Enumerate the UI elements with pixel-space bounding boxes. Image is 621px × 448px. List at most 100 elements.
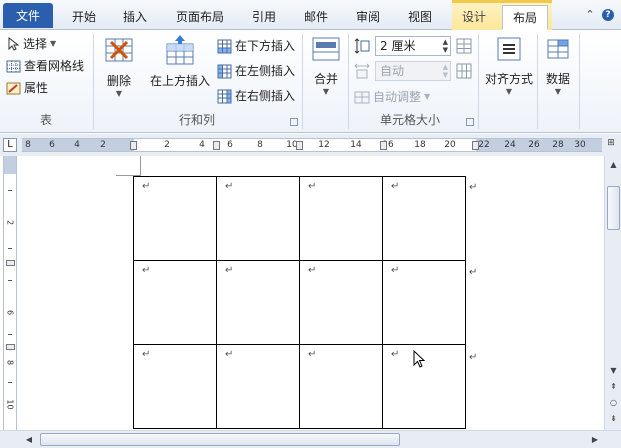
spinner-arrows-icon[interactable]: ▲ ▼ [443,63,448,79]
ruler-number: 8 [5,359,15,366]
horizontal-ruler[interactable]: 8 6 4 2 2 4 6 8 10 12 14 16 18 20 22 24 … [22,138,602,152]
table-cell[interactable]: ↵ [382,176,466,261]
autofit-button[interactable]: 自动调整 ▼ [354,87,430,107]
group-separator [579,34,580,129]
ruler-number: 4 [199,140,205,150]
table-cell[interactable]: ↵ [133,344,217,429]
paragraph-mark: ↵ [142,265,151,276]
paragraph-mark: ↵ [225,349,234,360]
cell-size-dialog-launcher-icon[interactable] [466,118,474,126]
scroll-left-arrow-icon[interactable]: ◀ [22,433,36,447]
tab-design[interactable]: 设计 [452,5,496,30]
insert-above-button[interactable]: 在上方插入 [148,34,212,89]
gridlines-icon [6,60,21,72]
column-marker[interactable] [296,141,303,150]
column-marker[interactable] [213,141,220,150]
chevron-down-icon: ▼ [50,39,57,48]
merge-cells-icon [312,37,340,61]
tab-page-layout[interactable]: 页面布局 [168,5,232,30]
scroll-up-arrow-icon[interactable]: ▲ [607,158,620,172]
tab-layout[interactable]: 布局 [502,5,548,30]
data-button[interactable]: 数据 ▼ [541,34,575,96]
data-label: 数据 [545,72,570,86]
ruler-tick [8,280,12,281]
insert-left-label: 在左侧插入 [235,64,296,78]
data-icon [547,39,569,59]
table-cell[interactable]: ↵ [299,176,383,261]
view-gridlines-button[interactable]: 查看网格线 [6,56,84,76]
chevron-down-icon: ▼ [424,92,431,101]
table-cell[interactable]: ↵ [299,344,383,429]
ruler-number: 20 [444,140,456,150]
tab-file[interactable]: 文件 [3,3,53,28]
ruler-tick [8,334,12,335]
insert-left-button[interactable]: 在左侧插入 [217,61,295,81]
tab-view[interactable]: 视图 [400,5,440,30]
vertical-scrollbar[interactable]: ▲ ▼ ⇞ ○ ⇟ [604,156,621,430]
view-ruler-icon[interactable]: ⊞ [605,138,617,152]
right-indent-marker[interactable] [472,141,479,150]
table-cell[interactable]: ↵ [133,260,217,345]
insert-below-icon [217,39,232,53]
tab-stop-selector-icon[interactable]: L [3,138,17,152]
horizontal-scrollbar[interactable]: ◀ ▶ [0,430,621,448]
paragraph-mark: ↵ [225,265,234,276]
select-arrow-icon [8,37,20,51]
spinner-arrows-icon[interactable]: ▲ ▼ [443,38,448,54]
scroll-down-arrow-icon[interactable]: ▼ [607,364,620,378]
properties-button[interactable]: 属性 [6,78,48,98]
insert-below-button[interactable]: 在下方插入 [217,36,295,56]
table-cell[interactable]: ↵ [216,344,300,429]
document-table[interactable]: ↵ ↵ ↵ ↵ ↵ ↵ ↵ ↵ ↵ ↵ ↵ ↵ [133,176,466,429]
ruler-number: 28 [552,140,564,150]
row-marker[interactable] [6,344,15,350]
insert-right-button[interactable]: 在右侧插入 [217,86,295,106]
left-indent-marker[interactable] [130,141,137,150]
distribute-columns-icon[interactable] [456,63,472,79]
distribute-rows-icon[interactable] [456,38,472,54]
ruler-number: 26 [528,140,540,150]
help-icon[interactable]: ? [602,9,614,21]
table-cell[interactable]: ↵ [216,176,300,261]
table-cell[interactable]: ↵ [133,176,217,261]
column-marker[interactable] [380,141,387,150]
rows-cols-dialog-launcher-icon[interactable] [290,118,298,126]
ruler-number: 18 [414,140,426,150]
chevron-down-icon: ▼ [505,87,513,96]
tab-home[interactable]: 开始 [64,5,104,30]
autofit-label: 自动调整 [373,90,422,104]
paragraph-mark: ↵ [391,181,400,192]
merge-label: 合并 [313,72,338,86]
row-marker[interactable] [6,260,15,266]
row-height-input[interactable]: 2 厘米 ▲ ▼ [375,36,451,56]
alignment-button[interactable]: 对齐方式 ▼ [483,34,535,96]
table-cell[interactable]: ↵ [216,260,300,345]
vertical-ruler[interactable]: 2 6 8 10 [3,156,17,430]
table-cell[interactable]: ↵ [382,260,466,345]
column-width-input[interactable]: 自动 ▲ ▼ [375,61,451,81]
next-page-icon[interactable]: ⇟ [607,412,620,426]
scroll-right-arrow-icon[interactable]: ▶ [588,433,602,447]
document-area[interactable]: 2 6 8 10 ↵ ↵ ↵ ↵ ↵ ↵ ↵ ↵ ↵ ↵ ↵ ↵ ↵ ↵ ↵ [0,156,604,430]
tab-insert[interactable]: 插入 [114,5,156,30]
vertical-scroll-thumb[interactable] [607,186,620,230]
select-button[interactable]: 选择 ▼ [6,34,56,54]
horizontal-scroll-thumb[interactable] [40,433,400,446]
tab-review[interactable]: 审阅 [348,5,388,30]
minimize-ribbon-icon[interactable]: ⌃ [584,9,596,21]
rows-cols-group-label: 行和列 [178,113,215,127]
merge-button[interactable]: 合并 ▼ [306,34,346,96]
table-cell[interactable]: ↵ [299,260,383,345]
ruler-row: L 8 6 4 2 2 4 6 8 10 12 14 16 18 20 22 2… [0,134,621,156]
delete-button[interactable]: 删除 ▼ [99,34,139,98]
paragraph-mark: ↵ [308,181,317,192]
table-group-label: 表 [39,113,52,127]
previous-page-icon[interactable]: ⇞ [607,380,620,394]
ruler-number: 2 [164,140,170,150]
paragraph-mark: ↵ [391,349,400,360]
tab-references[interactable]: 引用 [244,5,284,30]
paragraph-mark: ↵ [308,265,317,276]
autofit-icon [354,91,370,103]
tab-mailings[interactable]: 邮件 [296,5,336,30]
browse-object-icon[interactable]: ○ [607,396,620,410]
